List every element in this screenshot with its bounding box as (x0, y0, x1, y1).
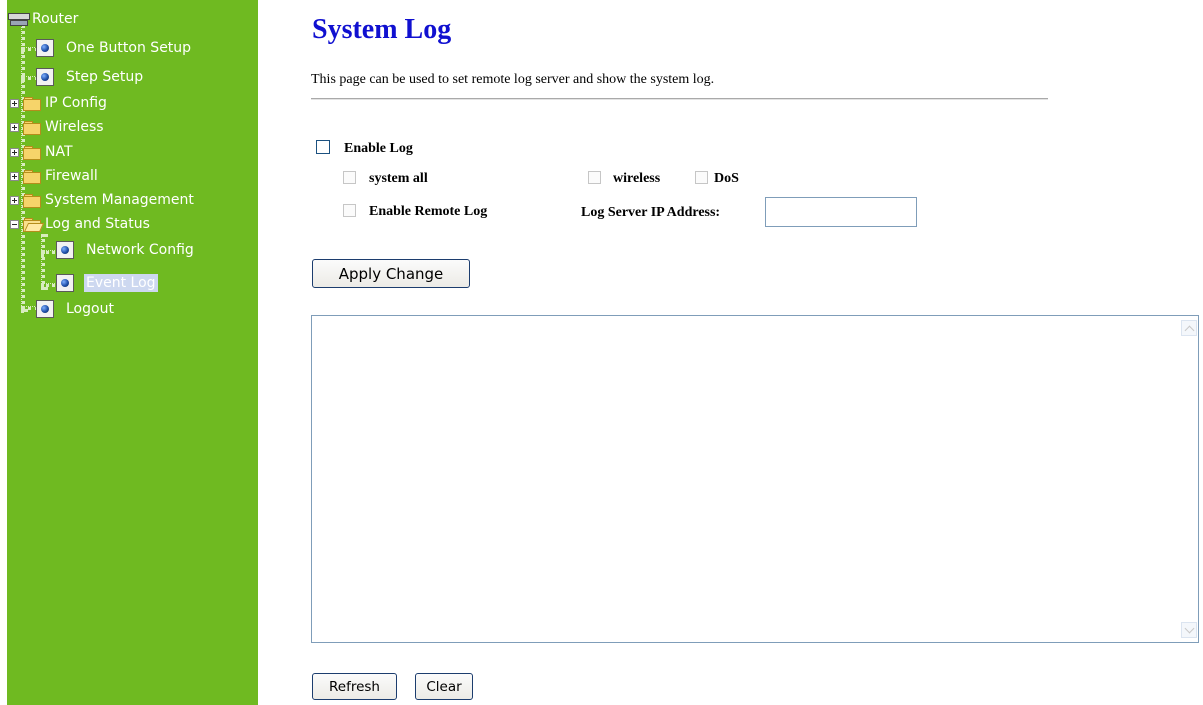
sidebar-item-logout[interactable]: Logout (36, 298, 114, 320)
enable-remote-log-label: Enable Remote Log (369, 204, 488, 219)
sidebar-item-label: System Management (45, 192, 194, 208)
enable-log-checkbox[interactable] (316, 140, 330, 154)
sidebar-item-one-button-setup[interactable]: One Button Setup (36, 37, 191, 59)
log-scrollbar[interactable] (1180, 316, 1198, 642)
folder-icon (23, 96, 41, 111)
scroll-down-arrow-icon[interactable] (1181, 622, 1197, 638)
collapse-minus-icon[interactable] (10, 219, 19, 229)
page-icon (36, 68, 54, 86)
sidebar-item-step-setup[interactable]: Step Setup (36, 66, 143, 88)
sidebar-item-firewall[interactable]: Firewall (10, 165, 98, 187)
folder-icon (23, 193, 41, 208)
sidebar-item-wireless[interactable]: Wireless (10, 116, 104, 138)
page-icon (56, 241, 74, 259)
dos-label: DoS (714, 171, 739, 186)
folder-icon (23, 120, 41, 135)
sidebar-item-label: Firewall (45, 168, 98, 184)
folder-icon (23, 169, 41, 184)
expand-plus-icon[interactable] (10, 195, 19, 205)
clear-button[interactable]: Clear (415, 673, 473, 700)
open-folder-icon (23, 217, 45, 232)
page-title: System Log (312, 14, 452, 45)
sidebar-item-label: Step Setup (66, 69, 144, 85)
dos-checkbox[interactable] (695, 171, 708, 184)
page-icon (36, 39, 54, 57)
sidebar-item-label: Wireless (45, 119, 104, 135)
tree-line (41, 234, 45, 290)
system-all-label: system all (369, 171, 428, 186)
sidebar-item-label: NAT (45, 144, 73, 160)
sidebar-item-log-and-status[interactable]: Log and Status (10, 213, 150, 235)
sidebar-item-ip-config[interactable]: IP Config (10, 92, 107, 114)
refresh-button[interactable]: Refresh (312, 673, 397, 700)
folder-icon (23, 145, 41, 160)
apply-change-button[interactable]: Apply Change (312, 259, 470, 288)
sidebar-item-system-management[interactable]: System Management (10, 189, 194, 211)
wireless-label: wireless (613, 171, 661, 186)
expand-plus-icon[interactable] (10, 122, 19, 132)
scroll-up-arrow-icon[interactable] (1181, 320, 1197, 336)
system-all-checkbox[interactable] (343, 171, 356, 184)
sidebar-root-router[interactable]: Router (8, 8, 78, 30)
log-textarea[interactable] (311, 315, 1199, 643)
expand-plus-icon[interactable] (10, 147, 19, 157)
sidebar-item-event-log[interactable]: Event Log (56, 272, 158, 294)
main-content: System Log This page can be used to set … (258, 0, 1203, 705)
sidebar-item-label: Logout (66, 301, 114, 317)
sidebar-item-label: Event Log (84, 274, 158, 292)
page-icon (36, 300, 54, 318)
enable-remote-log-checkbox[interactable] (343, 204, 356, 217)
sidebar-item-nat[interactable]: NAT (10, 141, 73, 163)
log-server-ip-input[interactable] (765, 197, 917, 227)
sidebar-item-label: Network Config (86, 242, 194, 258)
sidebar-item-label: Log and Status (45, 216, 150, 232)
expand-plus-icon[interactable] (10, 171, 19, 181)
sidebar-item-label: IP Config (45, 95, 107, 111)
wireless-checkbox[interactable] (588, 171, 601, 184)
log-server-ip-label: Log Server IP Address: (581, 205, 721, 220)
page-description: This page can be used to set remote log … (311, 72, 715, 87)
sidebar-root-label: Router (32, 11, 79, 27)
divider (311, 98, 1048, 100)
sidebar-item-network-config[interactable]: Network Config (56, 239, 194, 261)
sidebar-item-label: One Button Setup (66, 40, 192, 56)
enable-log-label: Enable Log (344, 141, 413, 156)
page-icon (56, 274, 74, 292)
expand-plus-icon[interactable] (10, 98, 19, 108)
router-icon (8, 12, 30, 26)
sidebar: Router One Button Setup Step Setup IP Co… (0, 0, 258, 705)
